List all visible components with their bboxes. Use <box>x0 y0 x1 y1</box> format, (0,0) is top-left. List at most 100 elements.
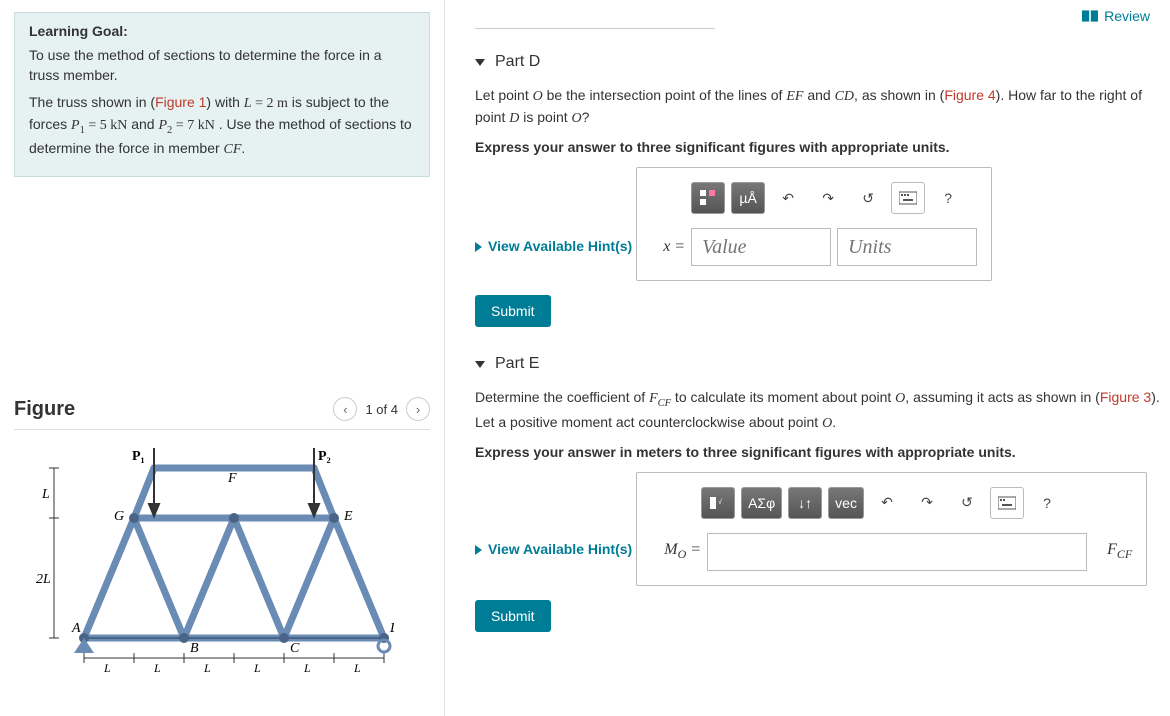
math-templates-icon: √ <box>709 494 727 512</box>
templates-icon <box>699 189 717 207</box>
right-panel: Review Part D Let point O be the interse… <box>445 0 1170 716</box>
svg-text:A: A <box>71 621 81 636</box>
var-M: M <box>664 541 677 558</box>
point-D: D <box>509 111 519 126</box>
review-link[interactable]: Review <box>1082 8 1150 24</box>
part-e-lhs: MO = <box>651 541 701 562</box>
text-fragment: and <box>803 87 834 103</box>
svg-text:P₂: P₂ <box>318 449 331 464</box>
sub-CF: CF <box>658 398 671 409</box>
part-e-prompt: Determine the coefficient of FCF to calc… <box>475 387 1160 434</box>
part-e-header[interactable]: Part E <box>475 355 1160 373</box>
svg-text:2L: 2L <box>36 572 51 587</box>
eq-P1: = 5 kN <box>85 118 128 133</box>
figure-1-link[interactable]: Figure 1 <box>155 94 206 110</box>
var-F: F <box>1107 541 1117 558</box>
units-button[interactable]: µÅ <box>731 182 765 214</box>
part-d: Part D Let point O be the intersection p… <box>475 53 1160 327</box>
text-fragment: and <box>127 116 158 132</box>
part-d-value-input[interactable] <box>691 228 831 266</box>
figure-next-button[interactable]: › <box>406 397 430 421</box>
help-button[interactable]: ? <box>931 182 965 214</box>
svg-text:E: E <box>343 509 353 524</box>
part-d-instruction: Express your answer to three significant… <box>475 139 1160 155</box>
top-divider <box>475 28 715 29</box>
part-d-header[interactable]: Part D <box>475 53 1160 71</box>
line-EF: EF <box>786 89 803 104</box>
part-e-submit-button[interactable]: Submit <box>475 600 551 632</box>
text-fragment: be the intersection point of the lines o… <box>543 87 787 103</box>
part-d-prompt: Let point O be the intersection point of… <box>475 85 1160 129</box>
units-label: µÅ <box>739 190 756 206</box>
part-e-hints-toggle[interactable]: View Available Hint(s) <box>475 541 632 557</box>
figure-prev-button[interactable]: ‹ <box>333 397 357 421</box>
text-fragment: , assuming it acts as shown in ( <box>905 389 1100 405</box>
part-e-formula-input[interactable] <box>707 533 1087 571</box>
svg-text:B: B <box>190 641 199 656</box>
sub-O: O <box>678 547 687 561</box>
greek-button[interactable]: ΑΣφ <box>741 487 782 519</box>
text-fragment: Determine the coefficient of <box>475 389 649 405</box>
figure-page-indicator: 1 of 4 <box>365 402 398 417</box>
subscript-button[interactable]: ↓↑ <box>788 487 822 519</box>
collapse-icon <box>475 59 485 66</box>
part-e-instruction: Express your answer in meters to three s… <box>475 444 1160 460</box>
part-d-units-input[interactable] <box>837 228 977 266</box>
eq-P2: = 7 kN <box>172 118 215 133</box>
learning-goal-text-2: The truss shown in (Figure 1) with L = 2… <box>29 92 415 161</box>
hints-label: View Available Hint(s) <box>488 541 632 557</box>
svg-text:L: L <box>253 661 261 675</box>
figure-4-link[interactable]: Figure 4 <box>944 87 995 103</box>
part-d-title: Part D <box>495 53 540 71</box>
keyboard-icon <box>899 189 917 207</box>
figure-header: Figure ‹ 1 of 4 › <box>14 397 430 430</box>
point-O-3: O <box>895 391 905 406</box>
templates-button[interactable] <box>691 182 725 214</box>
reset-button[interactable]: ↺ <box>851 182 885 214</box>
text-fragment: . <box>832 414 836 430</box>
part-e-input-row: MO = FCF <box>651 533 1132 571</box>
text-fragment: Let point <box>475 87 533 103</box>
part-e-toolbar: √ ΑΣφ ↓↑ vec ↶ ↷ ↺ ? <box>651 487 1132 519</box>
part-d-answer-box: µÅ ↶ ↷ ↺ ? x = <box>636 167 992 281</box>
sub-CF-2: CF <box>1117 547 1132 561</box>
keyboard-button[interactable] <box>891 182 925 214</box>
truss-svg: L 2L L L L L L L <box>14 448 394 678</box>
var-CF: CF <box>224 142 242 157</box>
text-fragment: ? <box>582 109 590 125</box>
help-button[interactable]: ? <box>1030 487 1064 519</box>
var-L: L <box>244 96 252 111</box>
part-d-toolbar: µÅ ↶ ↷ ↺ ? <box>651 182 977 214</box>
figure-3-link[interactable]: Figure 3 <box>1100 389 1151 405</box>
figure-heading: Figure <box>14 398 75 421</box>
undo-button[interactable]: ↶ <box>870 487 904 519</box>
svg-text:L: L <box>353 661 361 675</box>
undo-button[interactable]: ↶ <box>771 182 805 214</box>
part-d-submit-button[interactable]: Submit <box>475 295 551 327</box>
truss-figure: L 2L L L L L L L <box>14 448 394 678</box>
var-FCF: F <box>649 391 658 406</box>
text-fragment: , as shown in ( <box>854 87 944 103</box>
eq-L: = 2 m <box>252 96 288 111</box>
reset-button[interactable]: ↺ <box>950 487 984 519</box>
redo-button[interactable]: ↷ <box>910 487 944 519</box>
svg-text:L: L <box>103 661 111 675</box>
part-d-body: Let point O be the intersection point of… <box>475 85 1160 327</box>
keyboard-icon <box>998 494 1016 512</box>
part-d-input-row: x = <box>651 228 977 266</box>
chevron-right-icon <box>475 242 482 252</box>
part-e: Part E Determine the coefficient of FCF … <box>475 355 1160 632</box>
redo-button[interactable]: ↷ <box>811 182 845 214</box>
part-e-answer-box: √ ΑΣφ ↓↑ vec ↶ ↷ ↺ ? MO = FCF <box>636 472 1147 586</box>
review-label: Review <box>1104 8 1150 24</box>
line-CD: CD <box>835 89 854 104</box>
point-O-4: O <box>822 416 832 431</box>
svg-text:L: L <box>303 661 311 675</box>
part-d-hints-toggle[interactable]: View Available Hint(s) <box>475 238 632 254</box>
part-e-body: Determine the coefficient of FCF to calc… <box>475 387 1160 632</box>
keyboard-button[interactable] <box>990 487 1024 519</box>
svg-text:√: √ <box>718 498 722 506</box>
learning-goal-box: Learning Goal: To use the method of sect… <box>14 12 430 177</box>
templates-button[interactable]: √ <box>701 487 735 519</box>
vector-button[interactable]: vec <box>828 487 864 519</box>
